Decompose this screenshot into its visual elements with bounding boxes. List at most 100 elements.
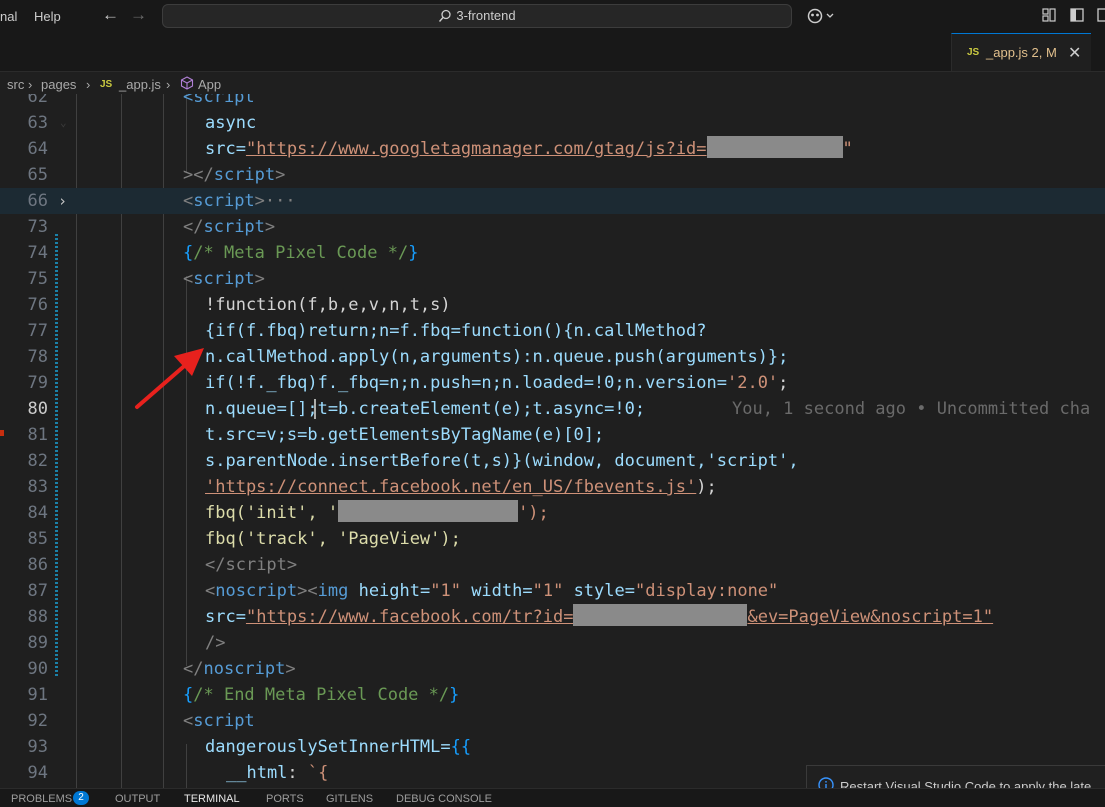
code-line: 76 !function(f,b,e,v,n,t,s) [0,292,1105,318]
layout-customize-icon[interactable] [1041,7,1057,23]
title-bar: nal Help ← → 3-frontend [0,0,1105,34]
tab-problems[interactable]: PROBLEMS [11,793,72,805]
line-number: 90 [27,659,48,679]
line-code: __html: `{ [226,763,329,783]
chevron-right-icon: › [28,77,33,92]
tab-app-js[interactable]: JS _app.js 2, M ✕ [951,33,1091,71]
line-number: 66 [27,191,48,211]
line-number: 86 [27,555,48,575]
line-number: 79 [27,373,48,393]
line-number: 93 [27,737,48,757]
line-number: 83 [27,477,48,497]
line-code: ></script> [183,165,286,185]
menu-help[interactable]: Help [34,9,61,24]
line-code: s.parentNode.insertBefore(t,s)}(window, … [205,451,799,471]
code-line: 91 {/* End Meta Pixel Code */} [0,682,1105,708]
javascript-file-icon: JS [100,79,113,90]
line-number: 87 [27,581,48,601]
line-code: async [205,113,257,133]
code-line: 92 <script [0,708,1105,734]
code-line: 63 ⌄ async [0,110,1105,136]
line-code: 'https://connect.facebook.net/en_US/fbev… [205,477,717,497]
problems-count-badge: 2 [73,791,89,805]
copilot-icon[interactable] [806,7,836,25]
code-editor[interactable]: 62 <script 63 ⌄ async 64 src="https://ww… [0,94,1105,788]
breadcrumb-item-file[interactable]: _app.js [119,77,161,92]
line-code: <script [183,711,255,731]
redacted-block [573,604,748,626]
code-line-folded: 66 › <script>··· [0,188,1105,214]
breadcrumb-item-src[interactable]: src [7,77,24,92]
line-code: dangerouslySetInnerHTML={{ [205,737,472,757]
line-number: 85 [27,529,48,549]
line-code: n.queue=[];t=b.createElement(e);t.async=… [205,399,646,419]
line-code: {/* End Meta Pixel Code */} [183,685,460,705]
code-line-active: 80 n.queue=[];t=b.createElement(e);t.asy… [0,396,1105,422]
tab-terminal[interactable]: TERMINAL [184,793,240,805]
line-number: 81 [27,425,48,445]
code-line: 65 ></script> [0,162,1105,188]
tab-debug-console[interactable]: DEBUG CONSOLE [396,793,492,805]
breadcrumb-item-app[interactable]: App [198,77,221,92]
line-code: </noscript> [183,659,296,679]
line-number: 65 [27,165,48,185]
text-cursor [314,399,316,419]
tab-ports[interactable]: PORTS [266,793,304,805]
code-line: 90 </noscript> [0,656,1105,682]
search-icon [439,9,452,22]
symbol-method-icon [180,76,194,90]
back-arrow-icon[interactable]: ← [102,5,119,25]
fold-indicator-icon[interactable]: ⌄ [60,110,67,136]
line-number: 75 [27,269,48,289]
chevron-right-icon: › [166,77,171,92]
toggle-panel-icon[interactable] [1097,7,1105,23]
tab-label: _app.js 2, M [986,45,1057,60]
line-number: 63 [27,113,48,133]
command-center-search[interactable]: 3-frontend [162,4,792,28]
search-label: 3-frontend [456,8,516,23]
line-number: 89 [27,633,48,653]
line-code: <script [183,94,255,107]
line-number: 62 [27,94,48,107]
forward-arrow-icon[interactable]: → [130,5,147,25]
line-code: fbq('init', ' '); [205,500,549,526]
code-line: 64 src="https://www.googletagmanager.com… [0,136,1105,162]
line-code: </script> [205,555,298,575]
tab-output[interactable]: OUTPUT [115,793,160,805]
line-code: fbq('track', 'PageView'); [205,529,461,549]
close-icon[interactable]: ✕ [1068,43,1081,63]
menu-terminal[interactable]: nal [0,9,17,24]
line-code: <noscript><img height="1" width="1" styl… [205,581,779,601]
code-line: 93 dangerouslySetInnerHTML={{ [0,734,1105,760]
code-line: 87 <noscript><img height="1" width="1" s… [0,578,1105,604]
line-code: {if(f.fbq)return;n=f.fbq=function(){n.ca… [205,321,707,341]
code-line: 75 <script> [0,266,1105,292]
code-line: 78 n.callMethod.apply(n,arguments):n.que… [0,344,1105,370]
line-code: {/* Meta Pixel Code */} [183,243,419,263]
code-line: 88 src="https://www.facebook.com/tr?id= &… [0,604,1105,630]
code-line: 85 fbq('track', 'PageView'); [0,526,1105,552]
line-number: 91 [27,685,48,705]
code-line: 86 </script> [0,552,1105,578]
code-line: 62 <script [0,94,1105,110]
code-line: 89 /> [0,630,1105,656]
line-code: <script>··· [183,191,296,211]
line-code: /> [205,633,226,653]
breadcrumb: src › pages › JS _app.js › App [0,72,1105,94]
line-number: 64 [27,139,48,159]
line-number: 84 [27,503,48,523]
line-number: 73 [27,217,48,237]
code-line: 74 {/* Meta Pixel Code */} [0,240,1105,266]
chevron-right-icon[interactable]: › [58,188,67,214]
folded-ellipsis[interactable]: ··· [265,191,296,211]
editor-tab-bar: JS _app.js 2, M ✕ [0,33,1105,93]
breadcrumb-item-pages[interactable]: pages [41,77,76,92]
toggle-sidebar-icon[interactable] [1069,7,1085,23]
line-number: 78 [27,347,48,367]
tab-gitlens[interactable]: GITLENS [326,793,373,805]
code-line: 73 </script> [0,214,1105,240]
code-line: 77 {if(f.fbq)return;n=f.fbq=function(){n… [0,318,1105,344]
redacted-block [706,136,843,158]
code-line: 81 t.src=v;s=b.getElementsByTagName(e)[0… [0,422,1105,448]
line-number: 88 [27,607,48,627]
